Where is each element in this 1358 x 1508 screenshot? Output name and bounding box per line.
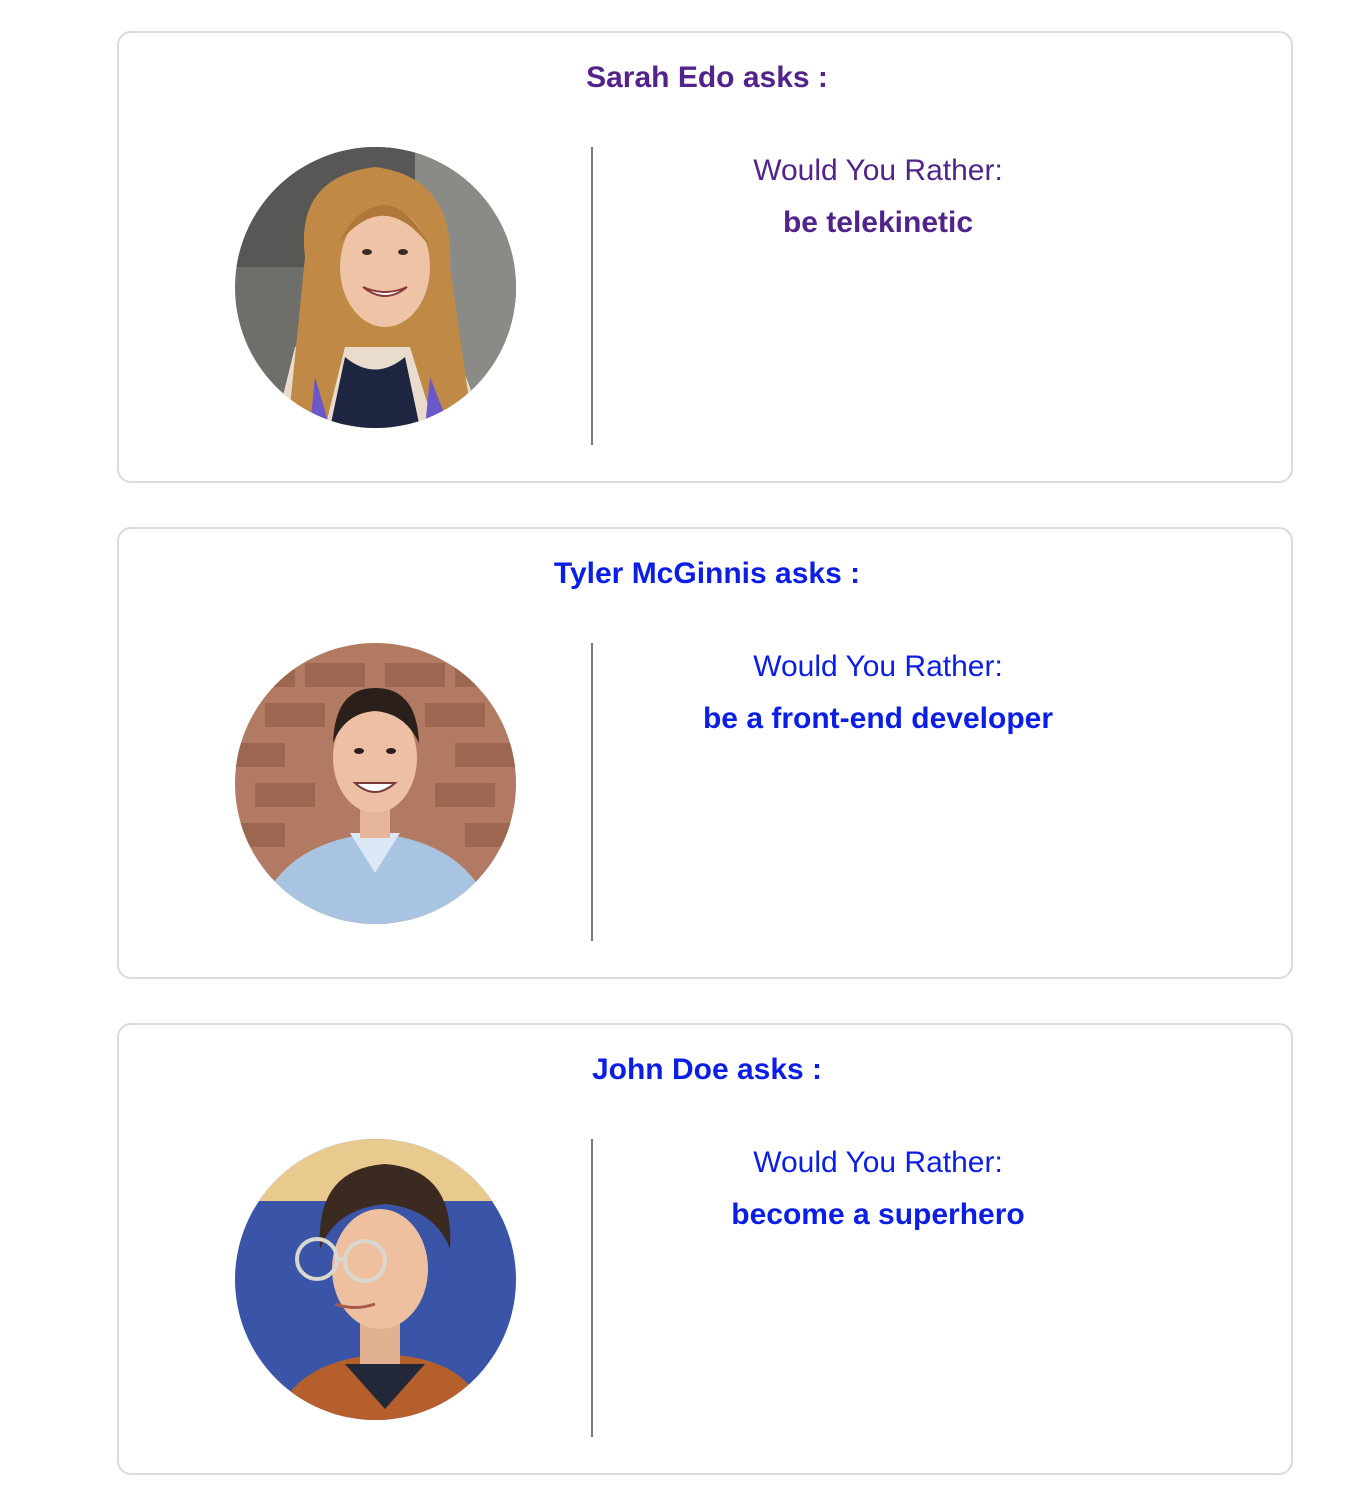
question-card[interactable]: John Doe asks : Would You Rather: become… xyxy=(117,1023,1293,1475)
would-you-rather-label: Would You Rather: xyxy=(753,650,1003,683)
option-one-text: become a superhero xyxy=(731,1198,1025,1231)
questions-list: Sarah Edo asks : Would You Rather: be te… xyxy=(0,0,1358,1508)
option-one-text: be telekinetic xyxy=(782,206,974,239)
would-you-rather-label: Would You Rather: xyxy=(753,154,1003,187)
avatar-john-image xyxy=(235,1139,516,1420)
would-you-rather-label: Would You Rather: xyxy=(753,1146,1003,1179)
avatar xyxy=(235,1139,516,1420)
question-preview: Would You Rather: be a front-end develop… xyxy=(593,647,1163,739)
option-one-text: be a front-end developer xyxy=(702,702,1054,735)
avatar xyxy=(235,643,516,924)
question-card[interactable]: Tyler McGinnis asks : Would You Rather: … xyxy=(117,527,1293,979)
asker-name: Tyler McGinnis asks : xyxy=(553,557,861,590)
question-preview: Would You Rather: become a superhero xyxy=(593,1143,1163,1235)
avatar-sarah-image xyxy=(235,147,516,428)
asker-name: John Doe asks : xyxy=(591,1053,823,1086)
avatar xyxy=(235,147,516,428)
avatar-tyler-image xyxy=(235,643,516,924)
asker-name: Sarah Edo asks : xyxy=(586,61,828,94)
question-preview: Would You Rather: be telekinetic xyxy=(593,151,1163,243)
question-card[interactable]: Sarah Edo asks : Would You Rather: be te… xyxy=(117,31,1293,483)
